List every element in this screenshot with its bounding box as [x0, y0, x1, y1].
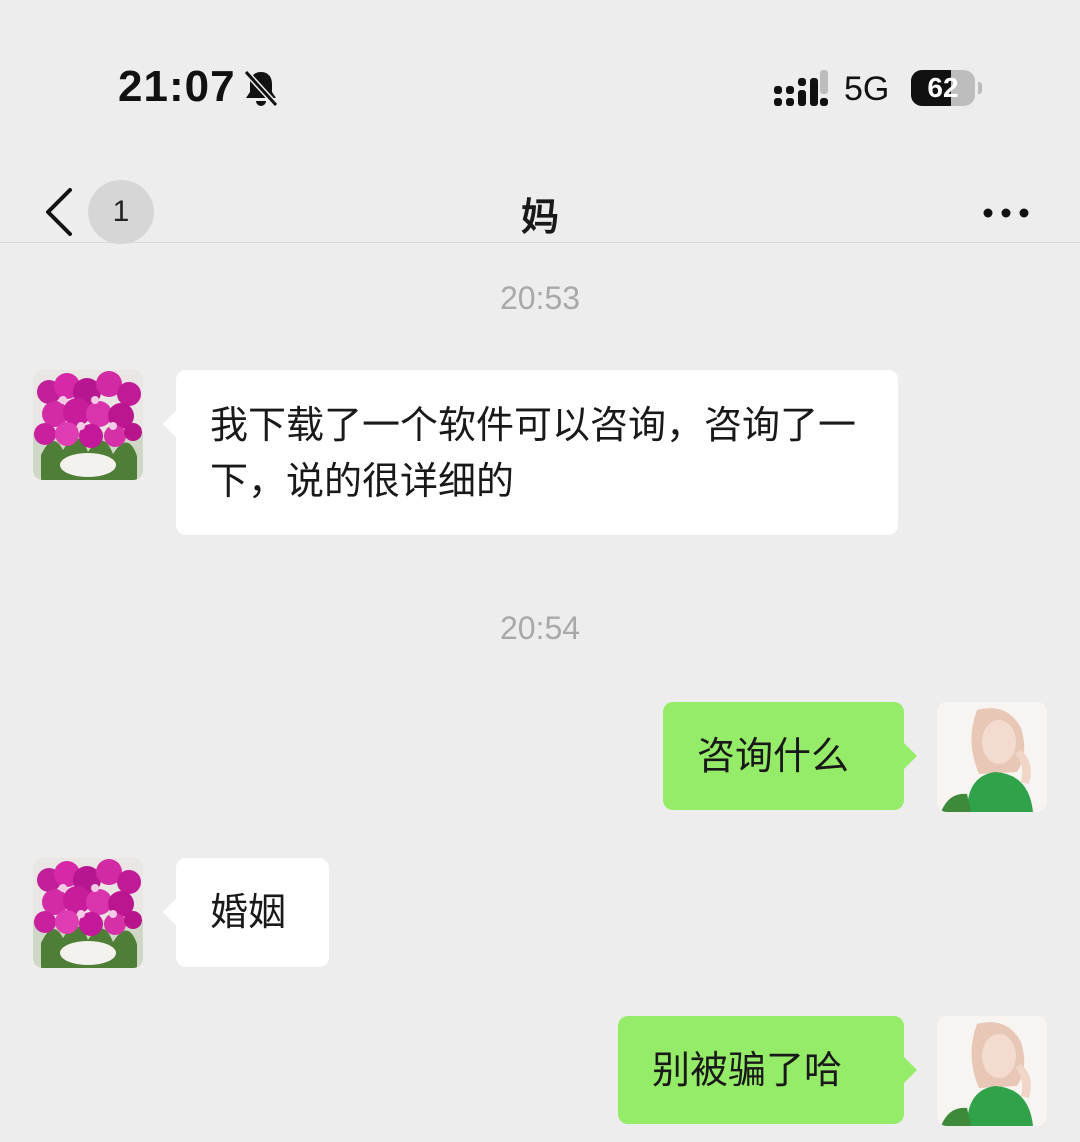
battery-icon: 62	[911, 70, 982, 106]
battery-level: 62	[927, 72, 959, 103]
ellipsis-icon[interactable]	[978, 198, 1034, 228]
woman-green-shirt-avatar[interactable]	[937, 1016, 1047, 1126]
orchid-flowers-avatar[interactable]	[33, 370, 143, 480]
message-bubble-incoming[interactable]: 婚姻	[163, 858, 329, 967]
message-bubble-incoming[interactable]: 我下载了一个软件可以咨询，咨询了一下，说的很详细的	[163, 370, 898, 535]
chat-header: 1 妈	[0, 180, 1080, 244]
status-bar: 21:07 5G 62	[0, 0, 1080, 180]
message-text: 咨询什么	[697, 734, 850, 778]
message-timestamp: 20:53	[499, 280, 581, 316]
orchid-flowers-avatar[interactable]	[33, 858, 143, 968]
message-text: 我下载了一个软件可以咨询，咨询了一下，说的很详细的	[210, 403, 857, 503]
signal-bars-icon	[774, 70, 828, 106]
bell-slash-icon	[243, 69, 279, 108]
chat-title: 妈	[520, 195, 559, 239]
message-bubble-outgoing[interactable]: 别被骗了哈	[618, 1016, 917, 1124]
message-text: 婚姻	[210, 890, 287, 934]
status-time: 21:07	[118, 62, 236, 111]
message-bubble-outgoing[interactable]: 咨询什么	[663, 702, 917, 810]
message-text: 别被骗了哈	[652, 1048, 843, 1092]
message-timestamp: 20:54	[499, 610, 581, 646]
woman-green-shirt-avatar[interactable]	[937, 702, 1047, 812]
network-type: 5G	[844, 70, 890, 108]
